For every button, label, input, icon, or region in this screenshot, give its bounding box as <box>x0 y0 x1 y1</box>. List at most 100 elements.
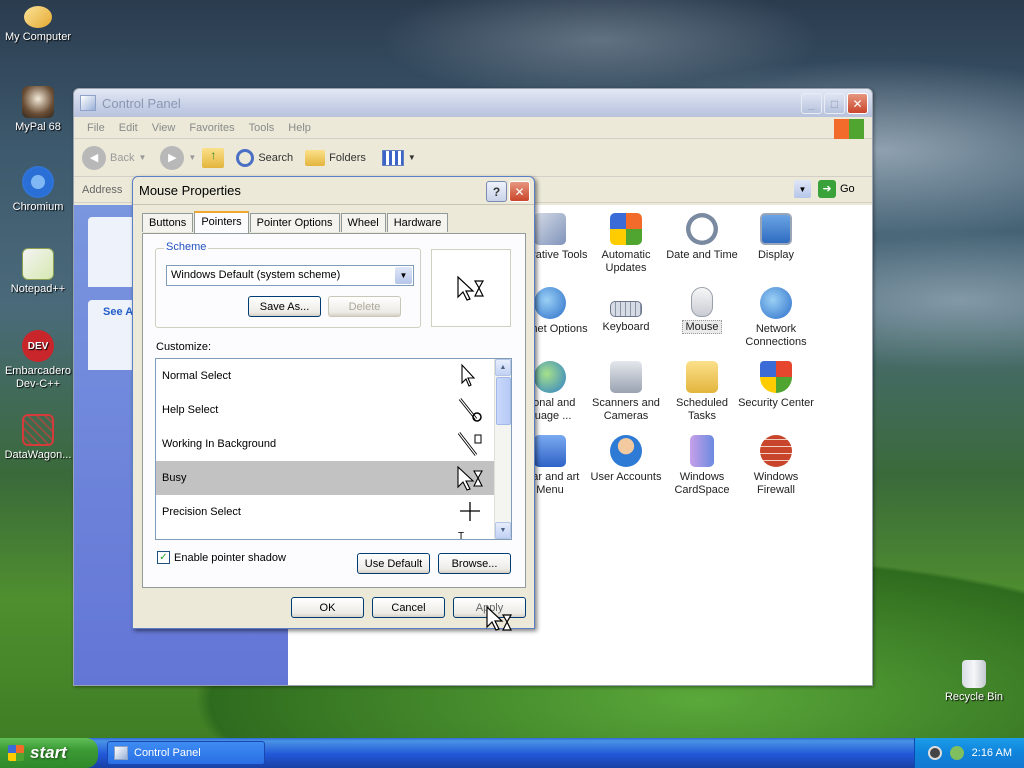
cp-item-label: Scheduled Tasks <box>676 397 728 422</box>
forward-button[interactable]: ▶ ▼ <box>160 145 196 170</box>
close-button[interactable]: ✕ <box>847 93 868 114</box>
desktop-icon-label: Notepad++ <box>10 283 66 295</box>
start-button[interactable]: start <box>0 738 98 768</box>
search-label: Search <box>258 151 294 164</box>
scheme-select[interactable]: Windows Default (system scheme) ▼ <box>166 265 414 286</box>
menu-help[interactable]: Help <box>281 120 318 136</box>
clock[interactable]: 2:16 AM <box>972 747 1012 759</box>
cancel-button[interactable]: Cancel <box>372 597 445 618</box>
cp-item-keyboard[interactable]: Keyboard <box>588 287 664 334</box>
pointer-list[interactable]: Normal Select Help Select Working In Bac… <box>155 358 512 540</box>
desktop-icon-mypal[interactable]: MyPal 68 <box>0 86 78 134</box>
desktop-icon-datawagon[interactable]: DataWagon... <box>0 414 78 462</box>
list-item[interactable]: Normal Select <box>156 359 494 393</box>
delete-button[interactable]: Delete <box>328 296 401 317</box>
folders-button[interactable]: Folders <box>305 149 366 166</box>
save-as-button[interactable]: Save As... <box>248 296 321 317</box>
list-item-selected[interactable]: Busy <box>156 461 494 495</box>
cp-item-scheduled-tasks[interactable]: Scheduled Tasks <box>664 361 740 423</box>
cp-item-mouse[interactable]: Mouse <box>664 287 740 334</box>
cp-item-scanners[interactable]: Scanners and Cameras <box>588 361 664 423</box>
cp-item-user-accounts[interactable]: User Accounts <box>588 435 664 484</box>
checkbox-check-icon[interactable]: ✓ <box>157 551 170 564</box>
toolbar: ◀ Back ▼ ▶ ▼ ↑ Search Folders ▼ <box>74 139 872 177</box>
tray-security-icon[interactable] <box>927 746 942 760</box>
desktop-icon-devcpp[interactable]: DEV Embarcadero Dev-C++ <box>0 330 78 391</box>
menu-favorites[interactable]: Favorites <box>182 120 241 136</box>
control-panel-titlebar[interactable]: Control Panel _ □ ✕ <box>74 89 872 117</box>
recycle-bin-icon <box>962 660 986 688</box>
tab-hardware[interactable]: Hardware <box>386 213 449 232</box>
menu-file[interactable]: File <box>80 120 112 136</box>
menu-view[interactable]: View <box>145 120 183 136</box>
control-panel-icon <box>80 95 96 111</box>
address-dropdown-button[interactable]: ▼ <box>794 180 811 198</box>
tab-pointer-options[interactable]: Pointer Options <box>249 213 340 232</box>
scroll-up-button[interactable]: ▲ <box>495 359 511 376</box>
search-button[interactable]: Search <box>236 148 294 167</box>
views-button[interactable]: ▼ <box>381 149 416 166</box>
menu-edit[interactable]: Edit <box>112 120 145 136</box>
list-item[interactable]: Working In Background <box>156 427 494 461</box>
cp-item-firewall[interactable]: Windows Firewall <box>738 435 814 497</box>
taskbar-item-label: Control Panel <box>134 747 201 759</box>
scanners-icon <box>610 361 642 393</box>
menu-tools[interactable]: Tools <box>242 120 282 136</box>
cp-item-security-center[interactable]: Security Center <box>738 361 814 410</box>
maximize-button[interactable]: □ <box>824 93 845 114</box>
chevron-down-icon: ▼ <box>395 267 412 284</box>
ok-button[interactable]: OK <box>291 597 364 618</box>
cardspace-icon <box>690 435 714 467</box>
up-folder-button[interactable]: ↑ <box>202 147 225 168</box>
keyboard-icon <box>610 301 642 317</box>
address-label: Address <box>82 183 123 196</box>
display-icon <box>760 213 792 245</box>
datawagon-icon <box>22 414 54 446</box>
pointer-list-scrollbar[interactable]: ▲ ▼ <box>494 359 511 539</box>
help-button[interactable]: ? <box>486 181 507 202</box>
dialog-titlebar[interactable]: Mouse Properties ? ✕ <box>133 177 534 205</box>
cp-item-display[interactable]: Display <box>738 213 814 262</box>
firewall-icon <box>760 435 792 467</box>
dialog-close-button[interactable]: ✕ <box>509 181 530 202</box>
pointer-name: Normal Select <box>162 370 232 382</box>
go-button[interactable]: ➜ Go <box>818 180 855 198</box>
cp-item-automatic-updates[interactable]: Automatic Updates <box>588 213 664 275</box>
tab-wheel[interactable]: Wheel <box>340 213 386 232</box>
tab-pointers[interactable]: Pointers <box>194 211 249 233</box>
tab-buttons[interactable]: Buttons <box>142 213 194 232</box>
desktop-icon-notepadpp[interactable]: Notepad++ <box>0 248 78 296</box>
cp-item-date-time[interactable]: Date and Time <box>664 213 740 262</box>
automatic-updates-icon <box>610 213 642 245</box>
dialog-tabs: Buttons Pointers Pointer Options Wheel H… <box>142 211 449 233</box>
desktop-icon-chromium[interactable]: Chromium <box>0 166 78 214</box>
windows-logo-icon <box>8 745 24 761</box>
scroll-down-button[interactable]: ▼ <box>495 522 511 539</box>
cp-item-network-connections[interactable]: Network Connections <box>738 287 814 349</box>
folders-icon <box>305 149 326 166</box>
desktop-icon-label: MyPal 68 <box>15 121 61 133</box>
tray-network-icon[interactable] <box>949 746 964 760</box>
list-item[interactable]: Precision Select <box>156 495 494 529</box>
busy-cursor-icon <box>457 465 483 491</box>
menu-bar: File Edit View Favorites Tools Help <box>74 117 872 139</box>
minimize-button[interactable]: _ <box>801 93 822 114</box>
notepadpp-icon <box>22 248 54 280</box>
go-label: Go <box>840 183 855 195</box>
control-panel-icon <box>114 746 128 760</box>
scheme-value: Windows Default (system scheme) <box>171 269 341 281</box>
use-default-button[interactable]: Use Default <box>357 553 430 574</box>
desktop-icon-my-computer[interactable]: My Computer <box>0 6 78 44</box>
list-item[interactable]: Help Select <box>156 393 494 427</box>
mouse-icon <box>691 287 713 317</box>
browse-button[interactable]: Browse... <box>438 553 511 574</box>
cp-item-cardspace[interactable]: Windows CardSpace <box>664 435 740 497</box>
taskbar-item-control-panel[interactable]: Control Panel <box>107 741 265 765</box>
pointer-name: Precision Select <box>162 506 241 518</box>
desktop-icon-recycle-bin[interactable]: Recycle Bin <box>934 660 1014 704</box>
normal-select-cursor-icon <box>461 363 476 387</box>
scheduled-tasks-icon <box>686 361 718 393</box>
enable-pointer-shadow[interactable]: ✓ Enable pointer shadow <box>157 551 286 564</box>
scroll-thumb[interactable] <box>496 377 511 425</box>
back-button[interactable]: ◀ Back ▼ <box>82 145 146 170</box>
